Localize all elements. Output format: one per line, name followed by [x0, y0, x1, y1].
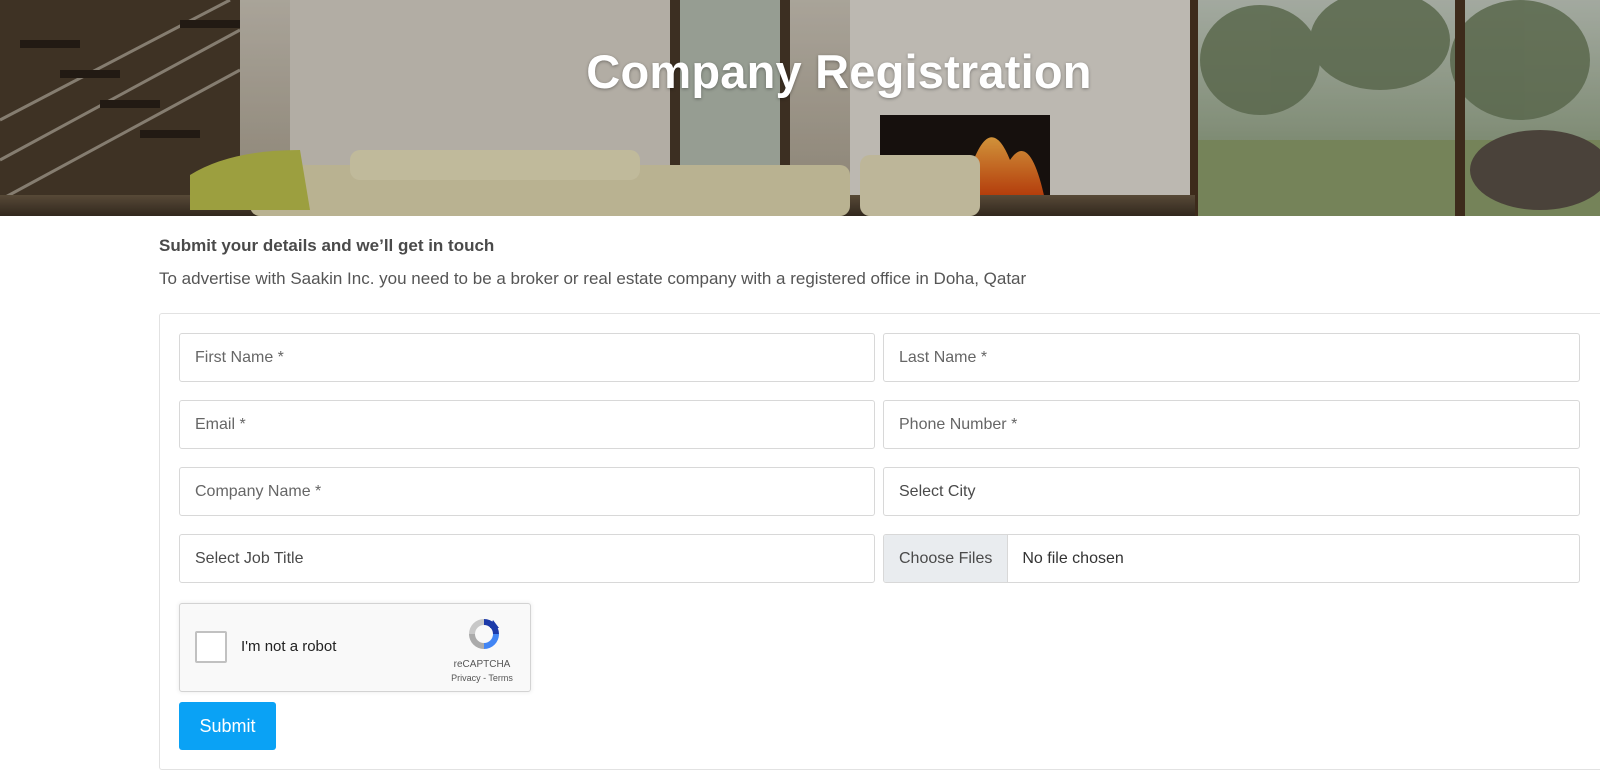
last-name-input[interactable]: Last Name *: [883, 333, 1580, 382]
file-status-text: No file chosen: [1022, 549, 1124, 567]
recaptcha-brand: reCAPTCHA: [453, 659, 511, 670]
recaptcha-label: I'm not a robot: [241, 638, 337, 655]
recaptcha-privacy-terms-links[interactable]: Privacy - Terms: [446, 673, 518, 683]
email-input[interactable]: Email *: [179, 400, 875, 449]
recaptcha-widget: I'm not a robot reCAPTCHA Privacy - Term…: [179, 603, 531, 692]
recaptcha-checkbox[interactable]: [195, 631, 227, 663]
submit-button[interactable]: Submit: [179, 702, 276, 750]
first-name-input[interactable]: First Name *: [179, 333, 875, 382]
city-select[interactable]: Select City: [883, 467, 1580, 516]
intro-text: To advertise with Saakin Inc. you need t…: [159, 269, 1027, 288]
phone-number-input[interactable]: Phone Number *: [883, 400, 1580, 449]
page-title: Company Registration: [586, 45, 1092, 98]
file-upload-field[interactable]: Choose Files No file chosen: [883, 534, 1580, 583]
choose-files-button[interactable]: Choose Files: [884, 535, 1009, 582]
registration-form: First Name * Last Name * Email * Phone N…: [159, 313, 1600, 770]
job-title-select[interactable]: Select Job Title: [179, 534, 875, 583]
recaptcha-logo-icon: [469, 619, 499, 649]
intro-heading: Submit your details and we’ll get in tou…: [159, 236, 495, 255]
hero-banner: Company Registration: [0, 0, 1600, 216]
hero-overlay: [0, 0, 1600, 216]
intro-section: Submit your details and we’ll get in tou…: [159, 236, 1026, 289]
company-name-input[interactable]: Company Name *: [179, 467, 875, 516]
